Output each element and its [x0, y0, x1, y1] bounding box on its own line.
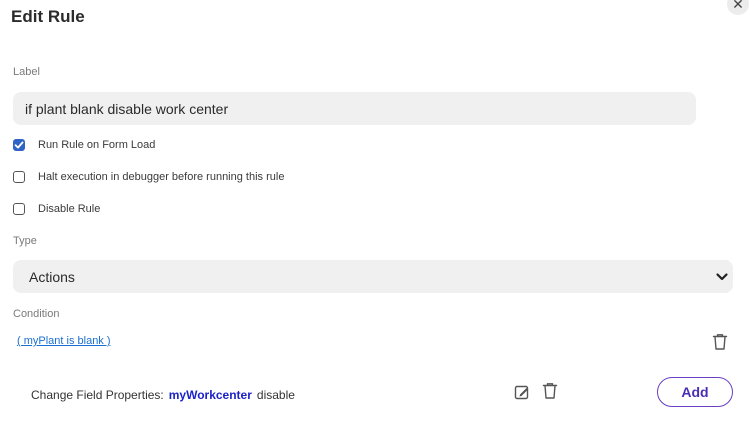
label-input-value: if plant blank disable work center	[25, 100, 229, 117]
checkmark-icon	[14, 141, 24, 149]
edit-icon	[514, 385, 529, 400]
run-on-load-option[interactable]: Run Rule on Form Load	[13, 139, 155, 151]
halt-debugger-option[interactable]: Halt execution in debugger before runnin…	[13, 171, 284, 183]
add-button-label: Add	[681, 384, 709, 400]
close-button[interactable]: ✕	[727, 0, 749, 15]
action-row: Change Field Properties: myWorkcenter di…	[31, 388, 295, 402]
dialog-title: Edit Rule	[11, 7, 85, 26]
action-field: myWorkcenter	[168, 388, 252, 402]
type-select-value: Actions	[29, 268, 75, 285]
edit-action-button[interactable]	[514, 384, 530, 405]
delete-condition-button[interactable]	[711, 332, 729, 356]
run-on-load-label: Run Rule on Form Load	[38, 139, 156, 151]
disable-rule-checkbox[interactable]	[13, 203, 25, 215]
halt-debugger-checkbox[interactable]	[13, 171, 25, 183]
disable-rule-label: Disable Rule	[38, 203, 101, 215]
condition-link[interactable]: ( myPlant is blank )	[17, 335, 111, 347]
halt-debugger-label: Halt execution in debugger before runnin…	[38, 171, 285, 183]
delete-action-button[interactable]	[541, 381, 559, 405]
disable-rule-option[interactable]: Disable Rule	[13, 203, 100, 215]
label-input[interactable]: if plant blank disable work center	[13, 92, 696, 125]
close-icon: ✕	[732, 0, 744, 12]
type-heading: Type	[13, 235, 37, 247]
trash-icon	[712, 334, 728, 350]
run-on-load-checkbox[interactable]	[13, 139, 25, 151]
action-property: disable	[256, 388, 295, 402]
action-prefix: Change Field Properties:	[31, 388, 164, 402]
chevron-down-icon	[716, 272, 728, 280]
condition-heading: Condition	[13, 308, 60, 320]
trash-icon	[542, 383, 558, 399]
type-select[interactable]: Actions	[13, 260, 733, 293]
label-heading: Label	[13, 66, 40, 78]
add-button[interactable]: Add	[657, 377, 733, 407]
